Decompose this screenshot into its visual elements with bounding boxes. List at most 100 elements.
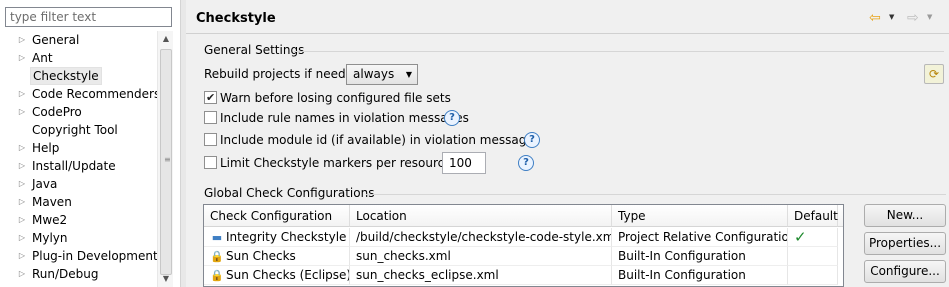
limit-checkbox[interactable] [204,156,217,169]
config-name: Sun Checks [226,249,296,263]
expand-arrow-icon[interactable]: ▷ [17,193,27,211]
new-config-button[interactable]: New... [864,204,946,227]
tree-item[interactable]: ▷ Install/Update [0,157,158,175]
tree-item[interactable]: ▷ Help [0,139,158,157]
scroll-down-icon[interactable]: ▼ [158,271,174,287]
filter-input[interactable] [5,7,172,27]
tree-item-label: Maven [32,195,72,209]
default-check-icon: ✓ [794,228,807,246]
limit-input[interactable]: 100 [442,152,486,174]
refresh-config-icon[interactable]: ⟳ [924,64,944,84]
general-settings-rule [294,51,944,52]
tree-item-label: Ant [32,51,53,65]
chevron-down-icon: ▼ [405,70,412,79]
config-location: sun_checks.xml [350,247,612,266]
config-type: Built-In Configuration [612,247,788,266]
expand-arrow-icon[interactable]: ▷ [17,229,27,247]
expand-arrow-icon[interactable]: ▷ [17,139,27,157]
tree-item[interactable]: Checkstyle [0,67,158,85]
tree-item[interactable]: ▷ Run/Debug [0,265,158,283]
config-type: Built-In Configuration [612,266,788,285]
tree-item-label: Run/Debug [32,267,99,281]
help-icon[interactable]: ? [444,110,460,126]
expand-arrow-icon[interactable]: ▷ [17,211,27,229]
tree-item[interactable]: ▷ Java [0,175,158,193]
back-arrow-icon[interactable]: ⇦ [869,10,881,26]
tree-item[interactable]: ▷ Mwe2 [0,211,158,229]
expand-arrow-icon[interactable]: ▷ [17,103,27,121]
check-config-table: Check Configuration Location Type Defaul… [203,204,844,287]
table-row[interactable]: ▬ Integrity Checkstyle /build/checkstyle/… [204,228,843,247]
back-dropdown-icon[interactable]: ▼ [889,13,894,21]
global-configs-label: Global Check Configurations [204,186,375,200]
expand-arrow-icon[interactable]: ▷ [17,265,27,283]
rebuild-select[interactable]: always ▼ [346,64,418,85]
column-header-type[interactable]: Type [612,205,788,227]
module-id-checkbox[interactable] [204,133,217,146]
expand-arrow-icon[interactable]: ▷ [17,85,27,103]
tree-scrollbar[interactable]: ▲ ≡ ▼ [157,31,173,287]
properties-button[interactable]: Properties... [864,232,946,255]
lock-icon: 🔒 [210,250,224,263]
tree-item-label: Java [32,177,58,191]
config-name-cell: 🔒 Sun Checks (Eclipse) [204,266,350,285]
tree-item-label: Install/Update [32,159,116,173]
default-cell [788,266,838,285]
configure-button[interactable]: Configure... [864,260,946,283]
tree-item[interactable]: ▷ Plug-in Development [0,247,158,265]
global-configs-rule [366,194,946,195]
tree-item[interactable]: Copyright Tool [0,121,158,139]
expand-arrow-icon[interactable]: ▷ [17,49,27,67]
config-name: Integrity Checkstyle [226,230,347,244]
help-icon[interactable]: ? [524,132,540,148]
tree-item-label: Copyright Tool [32,123,118,137]
warn-checkbox[interactable] [204,89,217,107]
tree-item-label: Mwe2 [32,213,68,227]
help-icon[interactable]: ? [518,155,534,171]
preferences-tree: ▷ General ▷ Ant Checkstyle ▷ Code Recommenders… [0,31,160,283]
rebuild-select-value: always [353,67,395,81]
expand-arrow-icon[interactable]: ▷ [17,175,27,193]
column-header-filler [838,205,843,227]
default-cell: ✓ [788,228,838,247]
limit-label: Limit Checkstyle markers per resource to [220,156,468,170]
forward-dropdown-icon[interactable]: ▼ [927,13,932,21]
page-title: Checkstyle [196,11,276,26]
table-row[interactable]: 🔒 Sun Checks sun_checks.xml Built-In Conf… [204,247,843,266]
column-header-default[interactable]: Default [788,205,838,227]
config-location: sun_checks_eclipse.xml [350,266,612,285]
config-name-cell: 🔒 Sun Checks [204,247,350,266]
preferences-tree-pane: ▷General▷AntCheckstyle▷Code Recommenders… [0,0,180,287]
expand-arrow-icon[interactable]: ▷ [17,247,27,265]
tree-item[interactable]: ▷ CodePro [0,103,158,121]
config-type: Project Relative Configuration [612,228,788,247]
default-cell [788,247,838,266]
forward-arrow-icon[interactable]: ⇨ [907,10,919,26]
general-settings-label: General Settings [204,43,305,57]
tree-item[interactable]: ▷ Mylyn [0,229,158,247]
scrollbar-thumb[interactable]: ≡ [160,49,172,275]
history-nav: ⇦ ▼ ⇨ ▼ [869,10,939,26]
preference-page: Checkstyle ⇦ ▼ ⇨ ▼ General Settings Rebu… [186,0,949,287]
expand-arrow-icon[interactable]: ▷ [17,157,27,175]
tree-item[interactable]: ▷ Ant [0,49,158,67]
config-location: /build/checkstyle/checkstyle-code-style.… [350,228,612,247]
tree-item[interactable]: ▷ General [0,31,158,49]
grip-icon: ≡ [164,155,171,164]
tree-item[interactable]: ▷ Maven [0,193,158,211]
tree-item-label: Plug-in Development [32,249,158,263]
tree-item[interactable]: ▷ Code Recommenders [0,85,160,103]
rule-names-checkbox[interactable] [204,111,217,124]
module-id-label: Include module id (if available) in viol… [220,133,540,147]
config-name-cell: ▬ Integrity Checkstyle [204,228,350,247]
folder-icon: ▬ [211,231,223,244]
expand-arrow-icon[interactable]: ▷ [17,31,27,49]
column-header-location[interactable]: Location [350,205,612,227]
tree-item-label: Code Recommenders [32,87,161,101]
rule-names-label: Include rule names in violation messages [220,111,469,125]
title-separator [186,33,949,34]
table-row[interactable]: 🔒 Sun Checks (Eclipse) sun_checks_eclipse… [204,266,843,285]
column-header-config[interactable]: Check Configuration [204,205,350,227]
warn-label: Warn before losing configured file sets [220,91,451,105]
scroll-up-icon[interactable]: ▲ [158,31,174,47]
